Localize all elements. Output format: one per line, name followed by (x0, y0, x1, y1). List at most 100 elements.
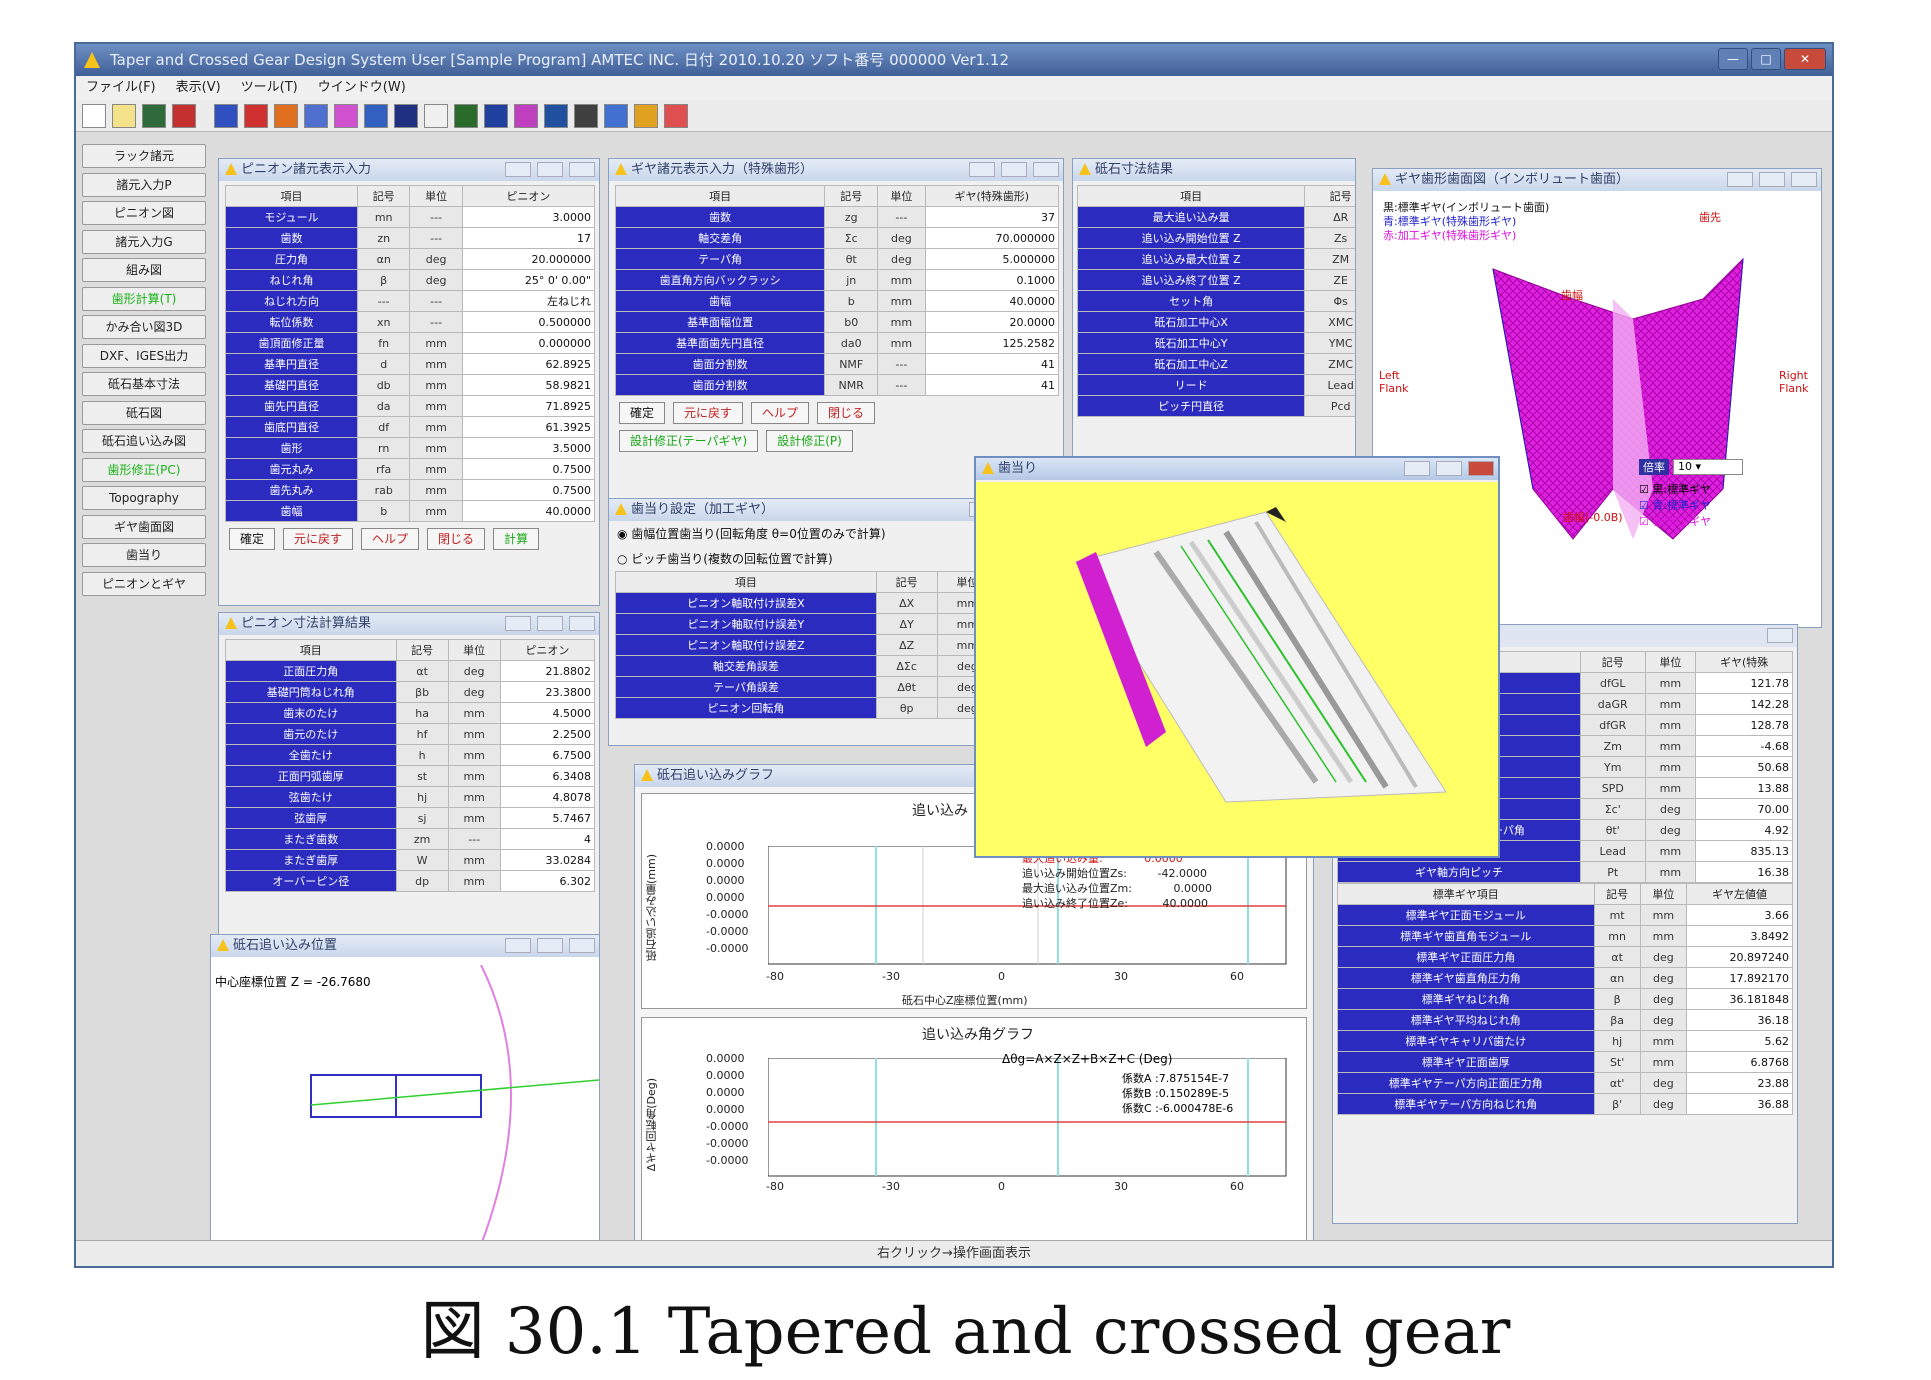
nav-button-14[interactable]: 歯当り (82, 543, 206, 567)
book-icon[interactable] (574, 104, 598, 128)
value-cell[interactable]: 20.897240 (1685, 946, 1794, 968)
nav-button-13[interactable]: ギヤ歯面図 (82, 514, 206, 539)
value-cell[interactable]: 36.181848 (1685, 988, 1794, 1010)
action-button-4[interactable]: 計算 (493, 528, 540, 550)
value-cell[interactable]: 58.9821 (461, 374, 596, 396)
value-cell[interactable]: 左ねじれ (461, 290, 596, 312)
minimize-icon[interactable] (1404, 461, 1430, 476)
value-cell[interactable]: 36.88 (1685, 1093, 1794, 1115)
value-cell[interactable]: 128.78 (1695, 714, 1793, 736)
action-button-1[interactable]: 元に戻す (673, 402, 744, 424)
value-cell[interactable]: 16.38 (1695, 861, 1793, 883)
value-cell[interactable]: 41 (924, 374, 1060, 396)
value-cell[interactable]: 50.68 (1695, 756, 1793, 778)
value-cell[interactable]: 61.3925 (461, 416, 596, 438)
person-icon[interactable] (394, 104, 418, 128)
nav-button-11[interactable]: 歯形修正(PC) (82, 457, 206, 482)
nav-button-12[interactable]: Topography (82, 486, 206, 510)
value-cell[interactable]: 6.8768 (1685, 1051, 1794, 1073)
contact-pattern-title[interactable]: 歯当り (976, 458, 1498, 480)
nav-button-6[interactable]: かみ合い図3D (82, 315, 206, 339)
curve-icon[interactable] (334, 104, 358, 128)
menu-file[interactable]: ファイル(F) (76, 76, 166, 100)
action-button-0[interactable]: 確定 (229, 528, 276, 550)
value-cell[interactable]: 40.0000 (461, 500, 596, 522)
nav-button-2[interactable]: ピニオン図 (82, 201, 206, 225)
value-cell[interactable]: 33.0284 (499, 849, 596, 871)
value-cell[interactable]: 2.2500 (499, 723, 596, 745)
action-button-3[interactable]: 閉じる (427, 528, 486, 550)
value-cell[interactable]: 3.66 (1685, 904, 1794, 926)
value-cell[interactable]: 25° 0' 0.00" (461, 269, 596, 291)
action-button-3[interactable]: 閉じる (817, 402, 876, 424)
value-cell[interactable]: 20.0000 (924, 311, 1060, 333)
close-icon[interactable] (569, 938, 595, 953)
value-cell[interactable]: 3.0000 (461, 206, 596, 228)
maximize-icon[interactable] (537, 616, 563, 631)
value-cell[interactable]: 17.892170 (1685, 967, 1794, 989)
close-icon[interactable] (1468, 461, 1494, 476)
menu-window[interactable]: ウインドウ(W) (308, 76, 416, 100)
chart2-icon[interactable] (544, 104, 568, 128)
maximize-icon[interactable] (1436, 461, 1462, 476)
open-icon[interactable] (112, 104, 136, 128)
minimize-icon[interactable] (969, 162, 995, 177)
nav-button-0[interactable]: ラック諸元 (82, 144, 206, 168)
nav-button-3[interactable]: 諸元入力G (82, 229, 206, 254)
maximize-icon[interactable] (1001, 162, 1027, 177)
value-cell[interactable]: 71.8925 (461, 395, 596, 417)
value-cell[interactable]: 3.5000 (461, 437, 596, 459)
value-cell[interactable]: 121.78 (1695, 672, 1793, 694)
grid-icon[interactable] (304, 104, 328, 128)
value-cell[interactable]: 36.18 (1685, 1009, 1794, 1031)
check-red[interactable]: ☑ 赤:加工ギヤ (1639, 513, 1743, 529)
value-cell[interactable]: 20.000000 (461, 248, 596, 270)
box-icon[interactable] (484, 104, 508, 128)
nav-button-10[interactable]: 砥石追い込み図 (82, 429, 206, 453)
value-cell[interactable]: 62.8925 (461, 353, 596, 375)
menu-tools[interactable]: ツール(T) (231, 76, 308, 100)
action-button-0[interactable]: 確定 (619, 402, 666, 424)
value-cell[interactable]: 6.7500 (499, 744, 596, 766)
minimize-button[interactable]: — (1718, 48, 1748, 70)
value-cell[interactable]: 70.00 (1695, 798, 1793, 820)
value-cell[interactable]: 37 (924, 206, 1060, 228)
app-titlebar[interactable]: Taper and Crossed Gear Design System Use… (76, 44, 1832, 76)
maximize-button[interactable]: □ (1751, 48, 1781, 70)
new-icon[interactable] (82, 104, 106, 128)
stop-icon[interactable] (172, 104, 196, 128)
action-button-1[interactable]: 元に戻す (283, 528, 354, 550)
close-icon[interactable] (569, 616, 595, 631)
close-icon[interactable] (569, 162, 595, 177)
value-cell[interactable]: 5.000000 (924, 248, 1060, 270)
value-cell[interactable]: 5.62 (1685, 1030, 1794, 1052)
ruler-icon[interactable] (664, 104, 688, 128)
wave-icon[interactable] (514, 104, 538, 128)
action-button-0[interactable]: 設計修正(テーパギヤ) (619, 430, 759, 452)
grind-result-title[interactable]: 砥石寸法結果 (1073, 159, 1355, 181)
minimize-icon[interactable] (505, 938, 531, 953)
doc-icon[interactable] (424, 104, 448, 128)
minimize-icon[interactable] (505, 616, 531, 631)
image-icon[interactable] (364, 104, 388, 128)
menu-view[interactable]: 表示(V) (166, 76, 231, 100)
table-icon[interactable] (454, 104, 478, 128)
value-cell[interactable]: 23.88 (1685, 1072, 1794, 1094)
value-cell[interactable]: 17 (461, 227, 596, 249)
action-button-2[interactable]: ヘルプ (361, 528, 420, 550)
maximize-icon[interactable] (1759, 172, 1785, 187)
palette-icon[interactable] (634, 104, 658, 128)
value-cell[interactable]: 23.3800 (499, 681, 596, 703)
value-cell[interactable]: 40.0000 (924, 290, 1060, 312)
value-cell[interactable]: 4 (499, 828, 596, 850)
value-cell[interactable]: 4.8078 (499, 786, 596, 808)
chart-icon[interactable] (244, 104, 268, 128)
close-icon[interactable] (1767, 628, 1793, 643)
tooth-surface-title[interactable]: ギヤ歯形歯面図（インボリュート歯面） (1373, 169, 1821, 191)
value-cell[interactable]: 835.13 (1695, 840, 1793, 862)
value-cell[interactable]: 4.92 (1695, 819, 1793, 841)
nav-button-15[interactable]: ピニオンとギヤ (82, 571, 206, 596)
close-icon[interactable] (1791, 172, 1817, 187)
scale-select[interactable]: 10 ▾ (1673, 459, 1743, 475)
check-blue[interactable]: ☑ 青:標準ギヤ (1639, 497, 1743, 513)
